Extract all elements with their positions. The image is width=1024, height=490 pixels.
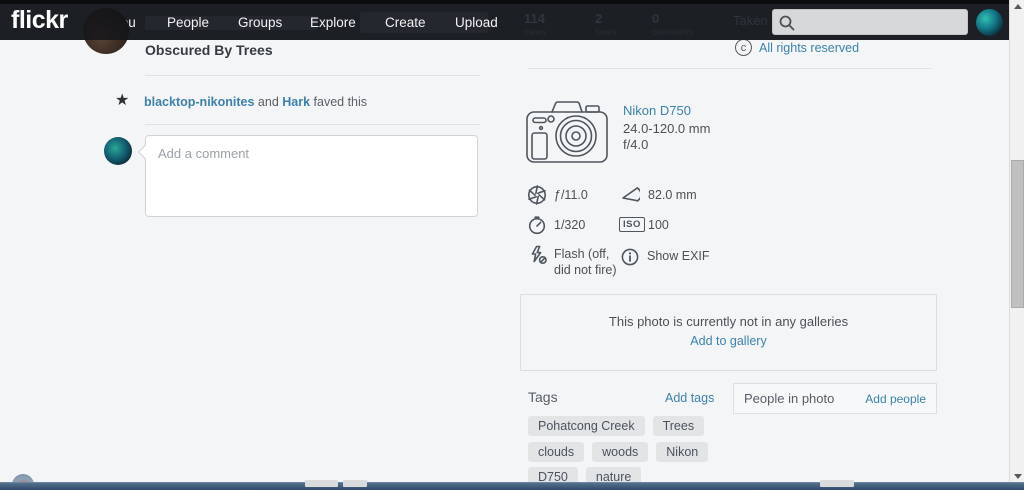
iso-value: 100 bbox=[648, 218, 669, 232]
copyright-icon: c bbox=[735, 39, 752, 56]
shutter-speed-value: 1/320 bbox=[554, 218, 586, 232]
vertical-scrollbar[interactable] bbox=[1009, 0, 1024, 483]
add-people-link[interactable]: Add people bbox=[865, 392, 926, 406]
license-row[interactable]: c All rights reserved bbox=[735, 39, 859, 56]
flash-status: Flash (off, did not fire) bbox=[554, 247, 617, 277]
focal-length-value: 82.0 mm bbox=[648, 188, 697, 202]
photo-title: Obscured By Trees bbox=[145, 42, 273, 58]
fave-conjunction: and bbox=[254, 95, 283, 109]
focal-length-icon bbox=[622, 187, 640, 202]
commenter-avatar bbox=[104, 137, 132, 165]
people-in-photo-box: People in photo Add people bbox=[733, 383, 937, 414]
tags-heading: Tags bbox=[528, 389, 558, 405]
ghost-comments-count: 0 bbox=[652, 11, 660, 26]
tag-pill[interactable]: Trees bbox=[652, 416, 705, 436]
taskbar bbox=[0, 482, 1024, 490]
divider bbox=[145, 124, 480, 125]
comment-box[interactable] bbox=[137, 135, 478, 217]
scroll-up-icon[interactable] bbox=[1014, 4, 1022, 9]
galleries-message: This photo is currently not in any galle… bbox=[608, 314, 849, 329]
nav-item-groups[interactable]: Groups bbox=[238, 15, 282, 30]
nav-item-upload[interactable]: Upload bbox=[455, 15, 498, 30]
comment-input[interactable] bbox=[146, 136, 477, 216]
camera-lens: 24.0-120.0 mm bbox=[623, 121, 711, 136]
divider bbox=[528, 68, 932, 69]
nav-item-explore[interactable]: Explore bbox=[310, 15, 356, 30]
fave-star-icon: ★ bbox=[115, 92, 130, 109]
info-icon bbox=[621, 248, 639, 266]
rights-label[interactable]: All rights reserved bbox=[759, 41, 859, 55]
add-tags-link[interactable]: Add tags bbox=[665, 391, 714, 405]
faver-link-1[interactable]: blacktop-nikonites bbox=[144, 95, 254, 109]
scrollbar-thumb[interactable] bbox=[1011, 160, 1024, 308]
taskbar-button[interactable] bbox=[820, 480, 854, 487]
flickr-logo[interactable]: flickr bbox=[11, 6, 68, 35]
search-input[interactable] bbox=[797, 11, 965, 33]
taskbar-button[interactable] bbox=[343, 480, 367, 487]
aperture-value: ƒ/11.0 bbox=[554, 188, 588, 202]
tag-pill[interactable]: clouds bbox=[528, 442, 585, 462]
nav-item-create[interactable]: Create bbox=[385, 15, 426, 30]
fave-suffix: faved this bbox=[310, 95, 368, 109]
tag-row: Pohatcong Creek Trees bbox=[528, 416, 705, 436]
show-exif-link[interactable]: Show EXIF bbox=[647, 249, 710, 263]
flickr-photo-page: flickr 114 views 2 faves 0 comments Take… bbox=[0, 0, 1024, 490]
top-nav: flickr 114 views 2 faves 0 comments Take… bbox=[0, 0, 1024, 40]
nav-item-people[interactable]: People bbox=[167, 15, 209, 30]
user-avatar[interactable] bbox=[976, 9, 1003, 36]
ghost-views-label: views bbox=[524, 27, 547, 37]
search-icon bbox=[779, 15, 795, 31]
ghost-comments-label: comments bbox=[652, 27, 694, 37]
flash-icon bbox=[531, 245, 547, 265]
tag-pill[interactable]: Pohatcong Creek bbox=[528, 416, 645, 436]
divider bbox=[145, 75, 480, 76]
camera-icon bbox=[526, 101, 608, 163]
aperture-icon bbox=[528, 185, 546, 205]
search-box[interactable] bbox=[772, 9, 968, 35]
camera-model-link[interactable]: Nikon D750 bbox=[623, 103, 691, 118]
photo-owner-avatar[interactable] bbox=[83, 8, 129, 54]
galleries-box: This photo is currently not in any galle… bbox=[520, 294, 937, 371]
tag-row: clouds woods Nikon bbox=[528, 442, 709, 462]
taskbar-button[interactable] bbox=[305, 480, 338, 487]
shutter-speed-icon bbox=[528, 216, 546, 235]
iso-icon: ISO bbox=[619, 217, 645, 232]
faver-link-2[interactable]: Hark bbox=[282, 95, 310, 109]
tag-pill[interactable]: Nikon bbox=[656, 442, 709, 462]
scroll-down-icon[interactable] bbox=[1014, 474, 1022, 479]
camera-lens-aperture: f/4.0 bbox=[623, 137, 649, 152]
ghost-faves-count: 2 bbox=[595, 11, 603, 26]
ghost-faves-label: faves bbox=[595, 27, 617, 37]
fave-line: blacktop-nikonites and Hark faved this bbox=[144, 95, 367, 109]
add-to-gallery-link[interactable]: Add to gallery bbox=[521, 334, 936, 348]
ghost-views-count: 114 bbox=[524, 11, 545, 26]
tag-pill[interactable]: woods bbox=[592, 442, 649, 462]
ghost-taken-text: Taken bbox=[733, 13, 768, 28]
people-heading: People in photo bbox=[744, 391, 835, 406]
